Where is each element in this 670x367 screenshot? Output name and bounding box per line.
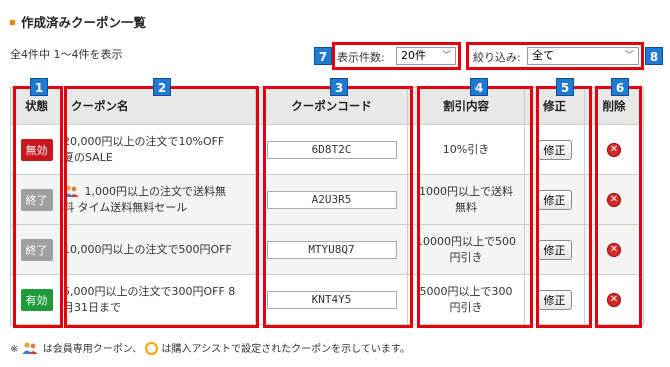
delete-icon[interactable]: ✕ <box>607 243 621 257</box>
filter-select[interactable]: 全て ﹀ <box>527 47 639 65</box>
delete-icon[interactable]: ✕ <box>607 293 621 307</box>
edit-button[interactable]: 修正 <box>537 289 572 310</box>
badge-8: 8 <box>645 47 663 65</box>
purchase-assist-icon <box>145 342 159 355</box>
title-bullet-icon <box>10 20 15 25</box>
discount-text: 5000円以上で300 <box>419 284 513 298</box>
status-badge: 終了 <box>20 238 53 261</box>
badge-4: 4 <box>470 78 488 96</box>
discount-text: 10%引き <box>442 142 490 156</box>
table-row: 有効 5,000円以上の注文で300円OFF 8 月31日まで KNT4Y5 50… <box>10 274 644 325</box>
badge-2: 2 <box>153 78 171 96</box>
table-row: 終了 10,000円以上の注文で500円OFF MTYU8Q7 10000円以上… <box>10 224 644 275</box>
badge-1: 1 <box>30 78 48 96</box>
delete-icon[interactable]: ✕ <box>607 193 621 207</box>
badge-3: 3 <box>330 78 348 96</box>
coupon-name: 5,000円以上の注文で300円OFF 8 <box>63 284 236 298</box>
coupon-table: 状態 クーポン名 クーポンコード 割引内容 修正 削除 無効 20,000円以上… <box>10 87 644 325</box>
page-title: 作成済みクーポン一覧 <box>10 12 146 31</box>
coupon-name: 20,000円以上の注文で10%OFF <box>63 134 225 148</box>
member-only-icon <box>22 342 38 354</box>
badge-6: 6 <box>611 78 629 96</box>
status-badge: 有効 <box>20 288 53 311</box>
chevron-down-icon: ﹀ <box>441 51 451 61</box>
per-page-select[interactable]: 20件 ﹀ <box>396 47 456 65</box>
discount-text: 1000円以上で送料 <box>419 184 513 198</box>
coupon-name: 10,000円以上の注文で500円OFF <box>63 242 232 256</box>
coupon-code-field[interactable]: A2U3R5 <box>266 190 397 209</box>
coupon-code-field[interactable]: 6D8T2C <box>266 140 397 159</box>
coupon-code-field[interactable]: KNT4Y5 <box>266 290 397 309</box>
member-only-icon <box>63 184 79 197</box>
header-discount: 割引内容 <box>407 87 525 125</box>
edit-button[interactable]: 修正 <box>537 189 572 210</box>
badge-5: 5 <box>556 78 574 96</box>
status-badge: 無効 <box>20 138 53 161</box>
coupon-name-line2: 夏のSALE <box>63 150 113 164</box>
edit-button[interactable]: 修正 <box>537 139 572 160</box>
footnote: ※ は会員専用クーポン、 は購入アシストで設定されたクーポンを示しています。 <box>10 340 410 355</box>
table-header-row: 状態 クーポン名 クーポンコード 割引内容 修正 削除 <box>10 87 644 125</box>
discount-text: 10000円以上で500 <box>416 234 516 248</box>
header-edit: 修正 <box>524 87 585 125</box>
coupon-name-line2: 月31日まで <box>63 300 121 314</box>
filter-label: 絞り込み: <box>473 51 521 64</box>
table-row: 無効 20,000円以上の注文で10%OFF 夏のSALE 6D8T2C 10%引… <box>10 124 644 175</box>
badge-7: 7 <box>314 47 332 65</box>
chevron-down-icon: ﹀ <box>624 51 634 61</box>
per-page-label: 表示件数: <box>337 51 385 64</box>
coupon-name-line2: 料 タイム送料無料セール <box>63 200 188 214</box>
delete-icon[interactable]: ✕ <box>607 143 621 157</box>
edit-button[interactable]: 修正 <box>537 239 572 260</box>
result-count: 全4件中 1～4件を表示 <box>10 48 123 61</box>
table-row: 終了 1,000円以上の注文で送料無料 タイム送料無料セール A2U3R5 10… <box>10 174 644 225</box>
coupon-code-field[interactable]: MTYU8Q7 <box>266 240 397 259</box>
status-badge: 終了 <box>20 188 53 211</box>
coupon-name: 1,000円以上の注文で送料無 <box>81 184 226 198</box>
